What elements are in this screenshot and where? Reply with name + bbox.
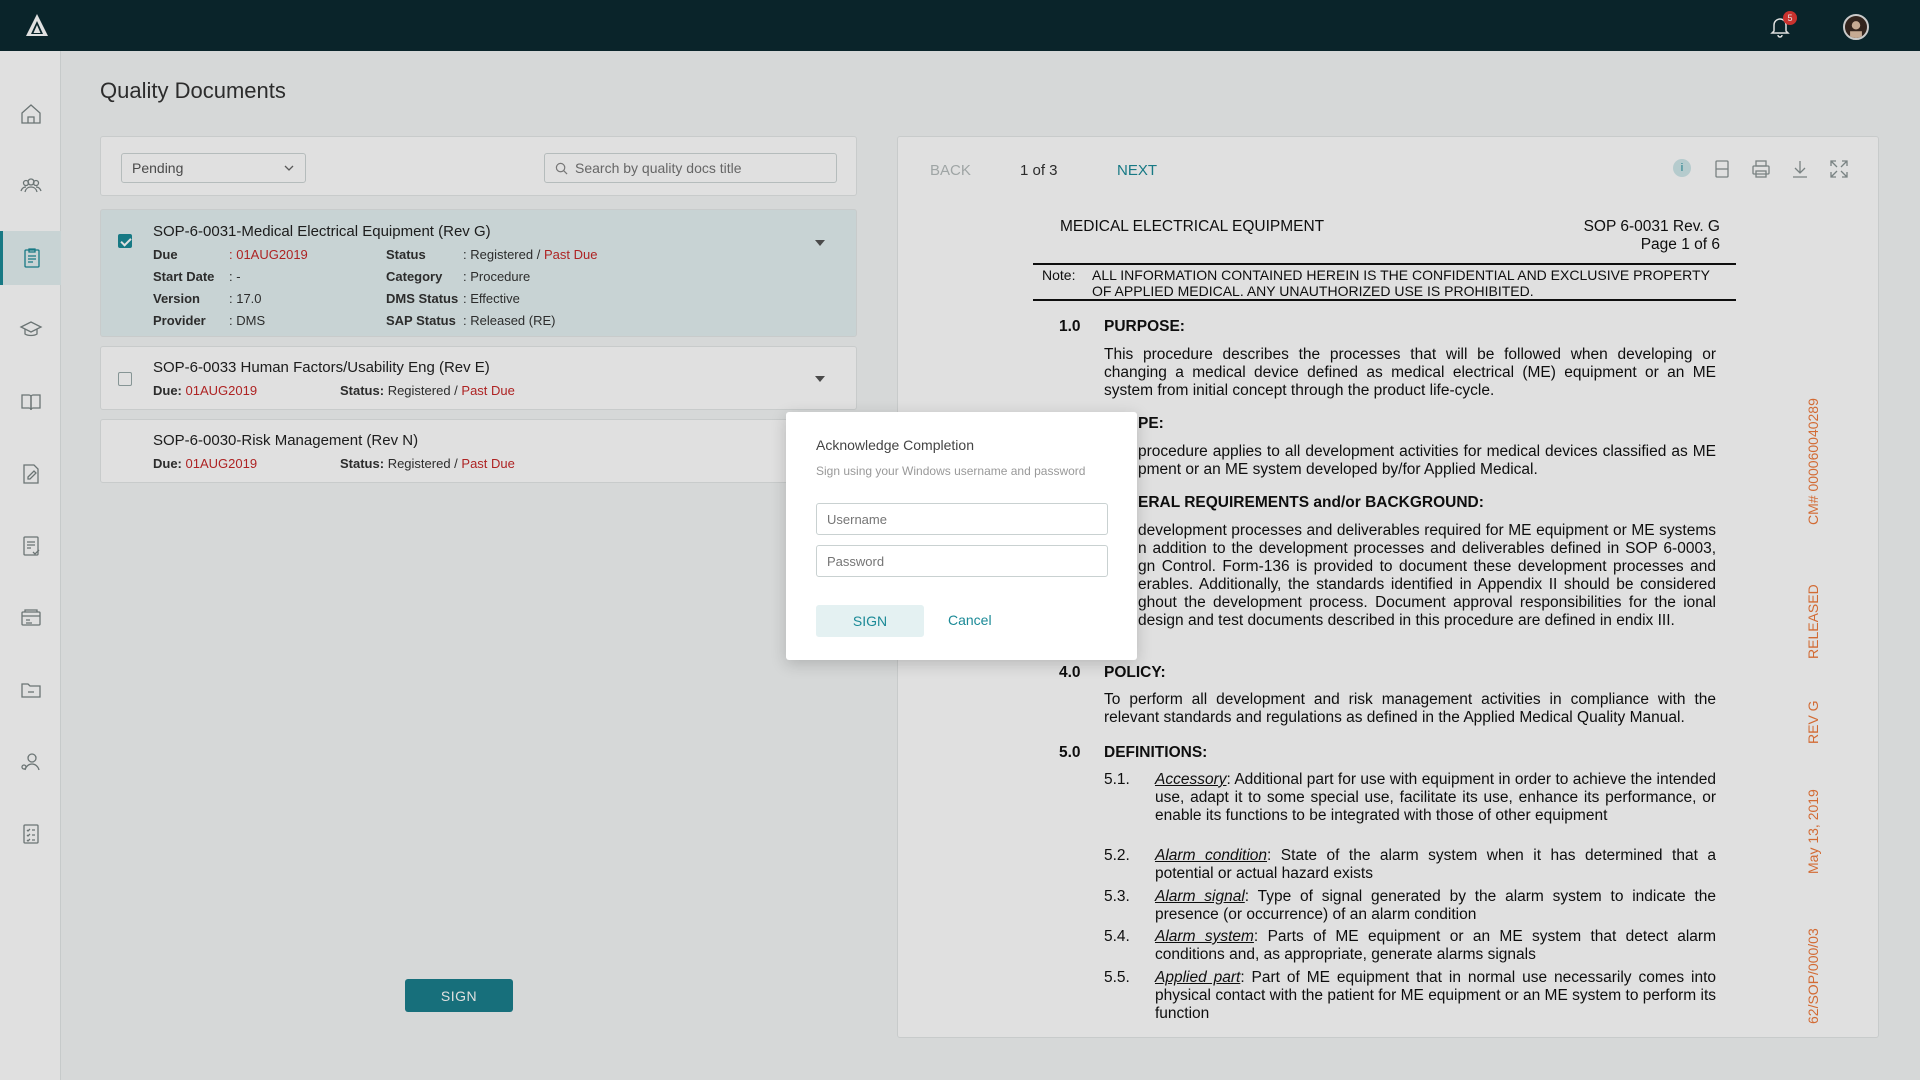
- dialog-title: Acknowledge Completion: [816, 437, 974, 453]
- password-field[interactable]: [816, 545, 1108, 577]
- dialog-subtitle: Sign using your Windows username and pas…: [816, 464, 1086, 478]
- acknowledge-dialog: Acknowledge Completion Sign using your W…: [786, 412, 1137, 660]
- username-field[interactable]: [816, 503, 1108, 535]
- dialog-cancel-button[interactable]: Cancel: [948, 612, 992, 628]
- dialog-sign-button[interactable]: SIGN: [816, 605, 924, 637]
